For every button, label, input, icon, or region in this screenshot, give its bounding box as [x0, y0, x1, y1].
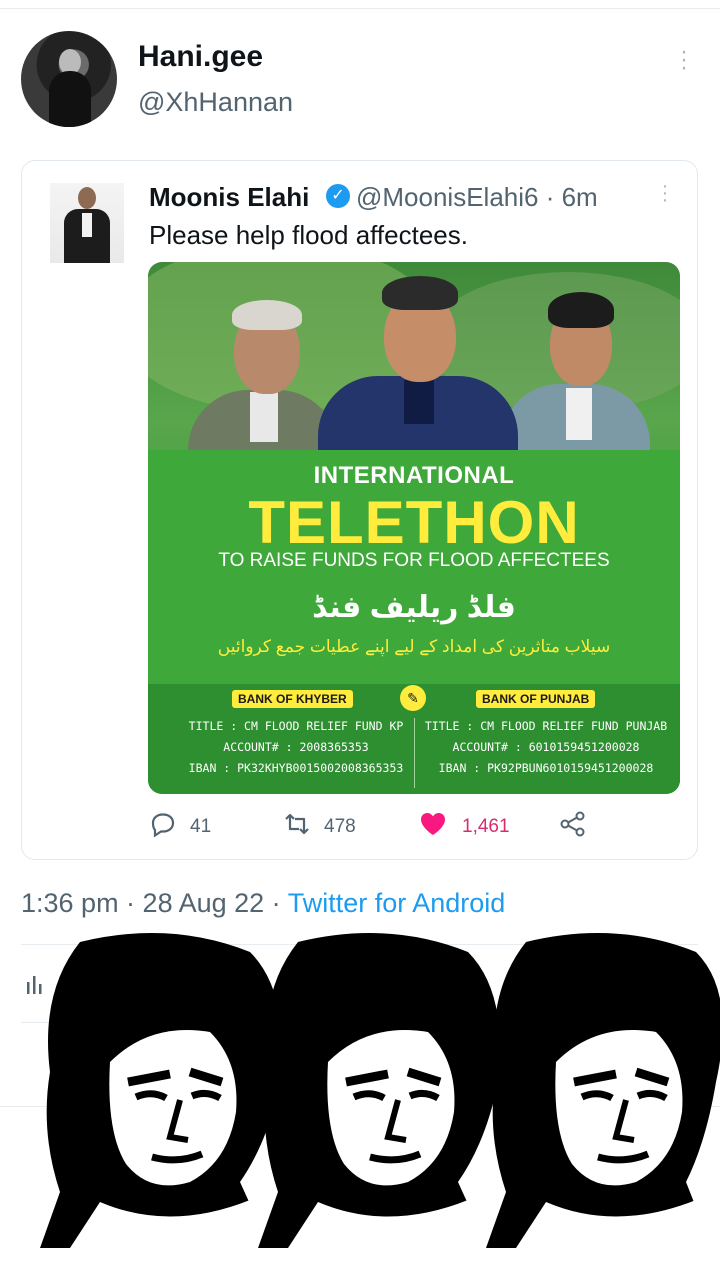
portrait-sticker — [258, 933, 500, 1248]
bank-khyber-label: BANK OF KHYBER — [232, 690, 353, 708]
poster-urdu-subtitle: سیلاب متاثرین کی امداد کے لیے اپنے عطیات… — [217, 637, 611, 656]
bank-divider — [414, 718, 415, 788]
person-right — [500, 292, 650, 450]
timestamp-text: 1:36 pm · 28 Aug 22 · — [21, 888, 288, 918]
telethon-poster-image[interactable]: INTERNATIONAL TELETHON TO RAISE FUNDS FO… — [148, 262, 680, 794]
bank-khyber-iban: IBAN : PK32KHYB0015002008365353 — [188, 761, 404, 775]
reply-icon — [151, 813, 175, 838]
quoted-more-icon[interactable]: · · · — [658, 176, 672, 210]
bank-punjab-label: BANK OF PUNJAB — [476, 690, 596, 708]
like-count: 1,461 — [462, 816, 510, 837]
bank-punjab-title: TITLE : CM FLOOD RELIEF FUND PUNJAB — [424, 719, 668, 733]
quoted-tweet-text: Please help flood affectees. — [149, 220, 468, 250]
poster-urdu-title: فلڈ ریلیف فنڈ — [312, 591, 516, 624]
bank-punjab-account: ACCOUNT# : 6010159451200028 — [452, 740, 640, 754]
author-handle[interactable]: @XhHannan — [138, 87, 293, 118]
quoted-author-name: Moonis Elahi — [149, 182, 310, 212]
reply-count: 41 — [190, 816, 212, 837]
poster-line-telethon: TELETHON — [248, 489, 580, 556]
client-link[interactable]: Twitter for Android — [288, 888, 506, 918]
heart-icon — [421, 813, 445, 835]
tweet-timestamp: 1:36 pm · 28 Aug 22 · Twitter for Androi… — [21, 888, 505, 919]
bank-khyber-details: TITLE : CM FLOOD RELIEF FUND KP ACCOUNT#… — [182, 716, 410, 779]
bank-khyber-title: TITLE : CM FLOOD RELIEF FUND KP — [188, 719, 404, 733]
bank-punjab-iban: IBAN : PK92PBUN6010159451200028 — [438, 761, 654, 775]
retweet-count: 478 — [324, 816, 356, 837]
poster-line-international: INTERNATIONAL — [313, 462, 515, 489]
person-left — [188, 300, 338, 450]
bank-logo-icon: ✎ — [400, 685, 426, 711]
person-center — [318, 276, 518, 450]
verified-icon: ✓ — [326, 184, 350, 208]
author-avatar[interactable] — [21, 31, 117, 127]
author-name[interactable]: Hani.gee — [138, 40, 263, 74]
quoted-author-handle: @MoonisElahi6 · 6m — [356, 182, 598, 212]
portrait-sticker — [486, 933, 720, 1248]
quoted-action-bar: 41 478 1,461 — [148, 809, 668, 843]
bank-punjab-details: TITLE : CM FLOOD RELIEF FUND PUNJAB ACCO… — [420, 716, 672, 779]
tweet-header: Hani.gee @XhHannan · · · — [0, 0, 720, 150]
bank-details: BANK OF KHYBER ✎ BANK OF PUNJAB TITLE : … — [148, 684, 680, 794]
poster-line-raise-funds: TO RAISE FUNDS FOR FLOOD AFFECTEES — [218, 550, 610, 571]
retweet-icon — [285, 813, 309, 835]
share-icon — [560, 811, 585, 837]
quoted-author-avatar — [50, 183, 124, 263]
bank-khyber-account: ACCOUNT# : 2008365353 — [223, 740, 369, 754]
quoted-tweet[interactable]: Moonis Elahi ✓ @MoonisElahi6 · 6m · · · Pl… — [21, 160, 698, 860]
more-icon[interactable]: · · · — [676, 40, 692, 80]
